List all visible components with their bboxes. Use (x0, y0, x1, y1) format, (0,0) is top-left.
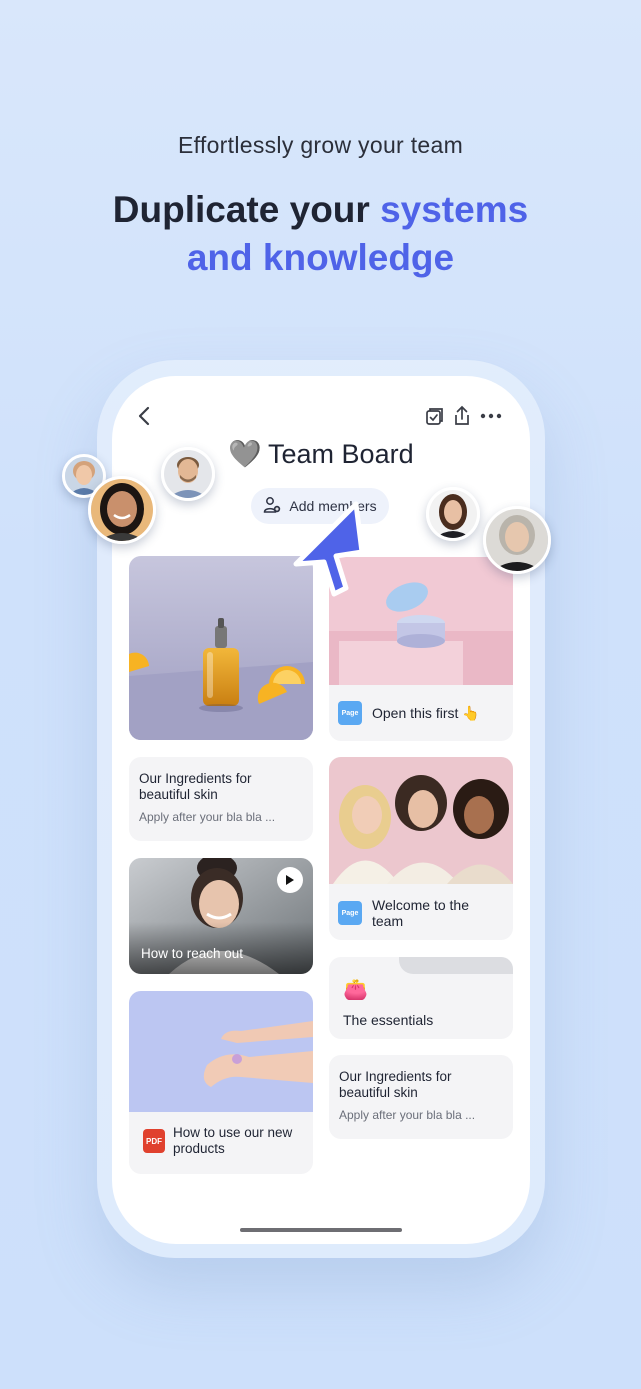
headline-text: Duplicate your (112, 189, 381, 230)
card-title: Open this first 👆 (372, 705, 480, 721)
avatar-woman-gray (483, 506, 551, 574)
avatar-girl (88, 476, 156, 544)
essentials-card[interactable]: 👛 The essentials (329, 957, 513, 1039)
card-title: Welcome to the team (372, 897, 470, 929)
card-cover-strip (399, 957, 513, 974)
page-icon: Page (338, 701, 362, 725)
video-card[interactable]: How to reach out (129, 858, 313, 974)
card-title: Our Ingredients for beautiful skin (339, 1069, 452, 1100)
heart-icon: 🩶 (228, 439, 263, 469)
team-photo (329, 757, 513, 884)
serum-photo (129, 556, 313, 740)
pdf-card[interactable]: PDF How to use our new products (129, 991, 313, 1174)
headline-accent-systems: systems (380, 189, 529, 230)
headline-accent-knowledge: and knowledge (186, 237, 455, 278)
serum-image-card[interactable] (129, 556, 313, 740)
welcome-card[interactable]: Page Welcome to the team (329, 757, 513, 940)
card-title: Our Ingredients for beautiful skin (139, 771, 252, 802)
share-icon[interactable] (450, 404, 474, 428)
more-dots-icon[interactable] (479, 404, 503, 428)
play-icon[interactable] (277, 867, 303, 893)
ingredients-card-left[interactable]: Our Ingredients for beautiful skin Apply… (129, 757, 313, 841)
board-title-text: Team Board (268, 439, 414, 469)
purse-icon: 👛 (343, 979, 368, 1001)
ingredients-card-right[interactable]: Our Ingredients for beautiful skin Apply… (329, 1055, 513, 1139)
card-subtitle: Apply after your bla bla ... (139, 810, 276, 824)
home-indicator (240, 1228, 402, 1232)
headline: Duplicate your systems and knowledge (0, 186, 641, 282)
add-person-icon (263, 496, 281, 517)
card-title: How to use our new products (173, 1125, 293, 1156)
checklist-icon[interactable] (422, 404, 446, 428)
avatar-woman-brunette (426, 487, 480, 541)
avatar-man (161, 447, 215, 501)
card-title: The essentials (343, 1012, 434, 1028)
card-subtitle: Apply after your bla bla ... (339, 1108, 476, 1122)
pdf-icon: PDF (143, 1129, 165, 1153)
video-title: How to reach out (141, 946, 244, 961)
cursor-arrow-icon (293, 501, 365, 597)
tagline: Effortlessly grow your team (177, 132, 464, 158)
page-icon: Page (338, 901, 362, 925)
hands-photo (129, 991, 313, 1112)
back-chevron-icon[interactable] (132, 404, 156, 428)
